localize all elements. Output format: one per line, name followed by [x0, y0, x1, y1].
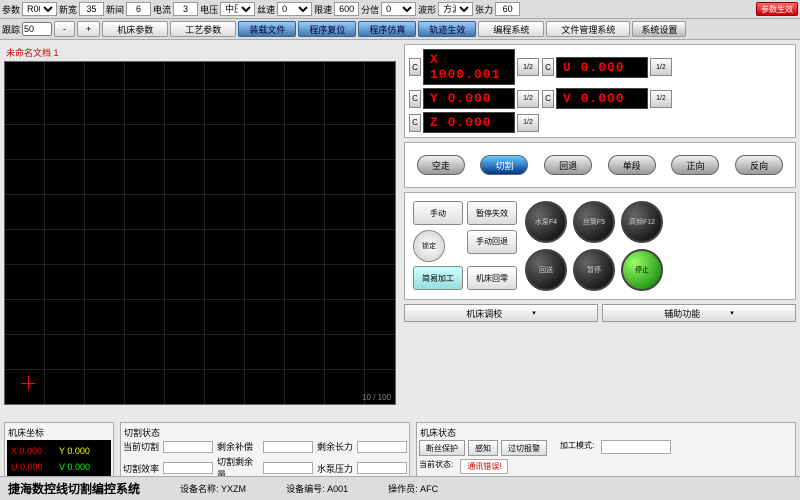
lock-button[interactable]: 锁定	[413, 230, 445, 262]
param-label: 参数	[2, 3, 20, 16]
program-sim-button[interactable]: 程序仿真	[358, 21, 416, 37]
param-select[interactable]: R001	[22, 2, 57, 16]
dl-input[interactable]	[173, 2, 198, 16]
z-clear-button[interactable]: C	[409, 114, 421, 132]
xs-input[interactable]	[334, 2, 359, 16]
mode-selector: 空走 切割 回退 单段 正向 反向	[404, 142, 796, 188]
y-readout: Y 0.000	[423, 88, 515, 109]
machine-params-button[interactable]: 机床参数	[102, 21, 168, 37]
top-parameter-bar: 参数R001 新宽 新间 电流 电压中压 丝速0 限速 分信0 波形方波 张力 …	[0, 0, 800, 19]
load-file-button[interactable]: 装载文件	[238, 21, 296, 37]
app-title: 捷海数控线切割编控系统	[8, 480, 140, 497]
eff-field[interactable]	[163, 462, 213, 474]
v-readout: V 0.000	[556, 88, 648, 109]
tension-field[interactable]	[357, 441, 407, 453]
y-clear-button[interactable]: C	[409, 90, 421, 108]
v-half-button[interactable]: 1/2	[650, 90, 672, 108]
simple-process-button[interactable]: 简易加工	[413, 266, 463, 290]
x-half-button[interactable]: 1/2	[517, 58, 539, 76]
machine-adjust-dropdown[interactable]: 机床调校	[404, 304, 598, 322]
cur-cut-field[interactable]	[163, 441, 213, 453]
process-params-button[interactable]: 工艺参数	[170, 21, 236, 37]
origin-crosshair-icon	[21, 376, 35, 390]
u-half-button[interactable]: 1/2	[650, 58, 672, 76]
control-panel: 手动 暂停失效 锁定 手动回退 简易加工 机床回零 水泵F4 丝筒F5 高频F1…	[404, 192, 796, 300]
hf-button[interactable]: 高频F12	[621, 201, 663, 243]
zl-input[interactable]	[495, 2, 520, 16]
track-input[interactable]	[22, 22, 52, 36]
x-readout: X 1000.001	[423, 49, 515, 85]
remain-field[interactable]	[263, 462, 313, 474]
program-reset-button[interactable]: 程序复位	[298, 21, 356, 37]
sense-button[interactable]: 感知	[468, 440, 498, 456]
pump-button[interactable]: 水泵F4	[525, 201, 567, 243]
canvas-grid	[5, 62, 395, 404]
mode-field[interactable]	[601, 440, 671, 454]
mode-dry-run[interactable]: 空走	[417, 155, 465, 175]
ss-select[interactable]: 0	[277, 2, 312, 16]
xj-input[interactable]	[126, 2, 151, 16]
mode-forward[interactable]: 正向	[671, 155, 719, 175]
drawing-canvas[interactable]: 10 / 100	[4, 61, 396, 405]
comp-field[interactable]	[263, 441, 313, 453]
manual-retract-button[interactable]: 手动回退	[467, 230, 517, 254]
bx-select[interactable]: 方波	[438, 2, 473, 16]
y-half-button[interactable]: 1/2	[517, 90, 539, 108]
wire-drum-button[interactable]: 丝筒F5	[573, 201, 615, 243]
footer-bar: 捷海数控线切割编控系统 设备名称: YXZM 设备编号: A001 操作员: A…	[0, 476, 800, 500]
file-mgmt-button[interactable]: 文件管理系统	[546, 21, 630, 37]
programming-button[interactable]: 编程系统	[478, 21, 544, 37]
v-clear-button[interactable]: C	[542, 90, 554, 108]
track-effect-button[interactable]: 轨迹生效	[418, 21, 476, 37]
x-clear-button[interactable]: C	[409, 58, 421, 76]
home-button[interactable]: 机床回零	[467, 266, 517, 290]
pause-button[interactable]: 暂停	[573, 249, 615, 291]
stop-button[interactable]: 停止	[621, 249, 663, 291]
minus-button[interactable]: -	[54, 21, 75, 37]
mode-retract[interactable]: 回退	[544, 155, 592, 175]
xk-input[interactable]	[79, 2, 104, 16]
plus-button[interactable]: +	[77, 21, 100, 37]
system-settings-button[interactable]: 系统设置	[632, 21, 686, 37]
mode-cut[interactable]: 切割	[480, 155, 528, 175]
return-button[interactable]: 回送	[525, 249, 567, 291]
z-half-button[interactable]: 1/2	[517, 114, 539, 132]
wire-break-button[interactable]: 断丝保护	[419, 440, 465, 456]
fx-select[interactable]: 0	[381, 2, 416, 16]
dro-panel: CX 1000.0011/2 CU 0.0001/2 CY 0.0001/2 C…	[404, 44, 796, 138]
u-readout: U 0.000	[556, 57, 648, 78]
mode-single[interactable]: 单段	[608, 155, 656, 175]
manual-button[interactable]: 手动	[413, 201, 463, 225]
apply-params-button[interactable]: 参数生效	[756, 2, 798, 16]
dy-select[interactable]: 中压	[220, 2, 255, 16]
status-value: 通讯错误!	[460, 459, 508, 474]
z-readout: Z 0.000	[423, 112, 515, 133]
canvas-title: 未命名文档 1	[4, 44, 396, 61]
mode-reverse[interactable]: 反向	[735, 155, 783, 175]
canvas-scale: 10 / 100	[362, 393, 391, 402]
pause-disable-button[interactable]: 暂停失效	[467, 201, 517, 225]
canvas-panel: 未命名文档 1 10 / 100	[0, 40, 400, 420]
pressure-field[interactable]	[357, 462, 407, 474]
main-toolbar: 跟踪 - + 机床参数 工艺参数 装载文件 程序复位 程序仿真 轨迹生效 编程系…	[0, 19, 800, 40]
u-clear-button[interactable]: C	[542, 58, 554, 76]
aux-row: 机床调校 辅助功能	[404, 304, 796, 322]
aux-function-dropdown[interactable]: 辅助功能	[602, 304, 796, 322]
overcut-alarm-button[interactable]: 过切报警	[501, 440, 547, 456]
